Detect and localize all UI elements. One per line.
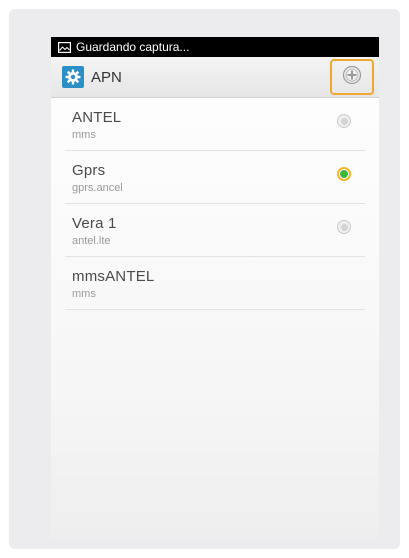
apn-name: Vera 1 xyxy=(72,215,117,232)
list-item[interactable]: Vera 1 antel.lte xyxy=(65,204,365,257)
page-title: APN xyxy=(91,68,122,86)
list-item[interactable]: Gprs gprs.ancel xyxy=(65,151,365,204)
status-bar: Guardando captura... xyxy=(51,37,379,57)
apn-value: mms xyxy=(72,129,96,141)
list-item[interactable]: mmsANTEL mms xyxy=(65,257,365,310)
apn-radio-button[interactable] xyxy=(337,114,351,128)
apn-name: mmsANTEL xyxy=(72,268,155,285)
apn-value: antel.lte xyxy=(72,235,111,247)
apn-value: mms xyxy=(72,288,96,300)
apn-name: ANTEL xyxy=(72,109,122,126)
list-item[interactable]: ANTEL mms xyxy=(65,98,365,151)
action-bar: APN xyxy=(51,57,379,98)
status-text: Guardando captura... xyxy=(76,40,190,54)
apn-radio-button[interactable] xyxy=(337,167,351,181)
screenshot-icon xyxy=(58,41,71,53)
add-apn-button[interactable] xyxy=(330,59,374,95)
add-circle-icon xyxy=(342,65,362,90)
phone-screen: Guardando captura... APN ANTEL mms Gprs … xyxy=(51,37,379,539)
apn-radio-button[interactable] xyxy=(337,220,351,234)
gear-icon[interactable] xyxy=(62,66,84,88)
apn-value: gprs.ancel xyxy=(72,182,123,194)
apn-name: Gprs xyxy=(72,162,106,179)
apn-list: ANTEL mms Gprs gprs.ancel Vera 1 antel.l… xyxy=(51,98,379,310)
